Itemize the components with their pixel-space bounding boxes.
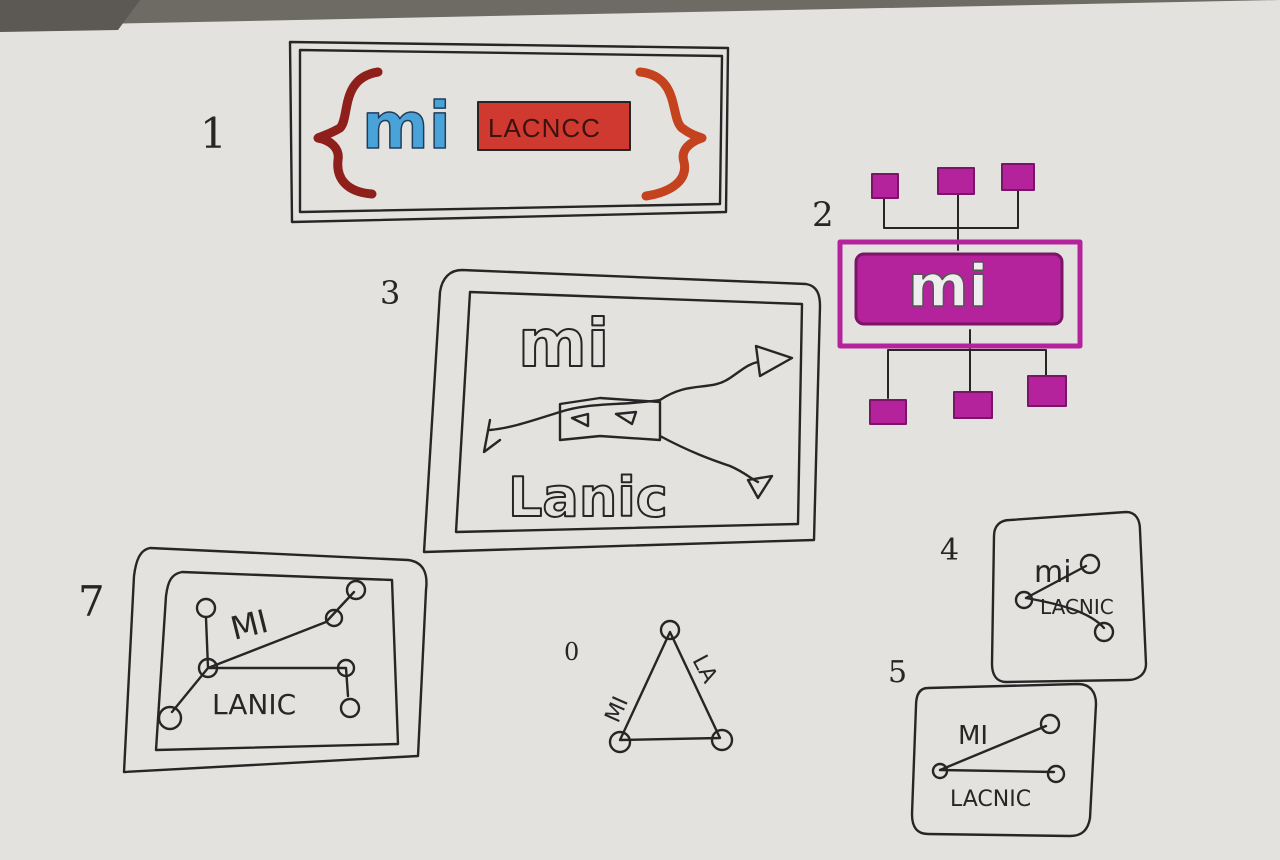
sketch-1-wordmark-lacnic: LACNCC: [488, 113, 601, 143]
sketch-5-number: 5: [888, 655, 907, 690]
paper-top-fold: [0, 0, 140, 32]
sketch-2-node-top-left: [871, 173, 899, 199]
sketch-3-number: 3: [380, 274, 400, 312]
sketch-5-wordmark-mi: MI: [958, 721, 988, 751]
sketch-2-node-top-right: [1001, 163, 1035, 191]
sketch-4-wordmark-lacnic: LACNIC: [1040, 595, 1114, 619]
sketch-7-wordmark-lacnic: LANIC: [212, 688, 296, 721]
sketch-1-wordmark-mi: mi: [362, 90, 451, 164]
sketch-2-node-bottom-right: [1027, 375, 1067, 407]
paper-sheet: [0, 0, 1280, 860]
sketch-3-wordmark-mi: mi: [518, 305, 609, 382]
sketch-1-number: 1: [200, 109, 227, 158]
sketch-4-number: 4: [940, 533, 959, 568]
sketch-0-number: 0: [564, 638, 579, 666]
sketch-canvas: 1 mi LACNCC 2 mi 3 mi Lanic 4 mi LACNIC …: [0, 0, 1280, 860]
sketch-2-number: 2: [812, 195, 834, 235]
sketch-7-number: 7: [78, 577, 105, 626]
sketch-4-wordmark-mi: mi: [1034, 555, 1072, 590]
sketch-2-node-bottom-left: [869, 399, 907, 425]
sketch-2-node-top-middle: [937, 167, 975, 195]
sketch-2-node-bottom-middle: [953, 391, 993, 419]
photo-of-paper-sketches: 1 mi LACNCC 2 mi 3 mi Lanic 4 mi LACNIC …: [0, 0, 1280, 860]
sketch-2-wordmark-mi: mi: [908, 252, 988, 320]
sketch-3-wordmark-lacnic: Lanic: [508, 466, 668, 529]
sketch-5-wordmark-lacnic: LACNIC: [950, 787, 1031, 812]
